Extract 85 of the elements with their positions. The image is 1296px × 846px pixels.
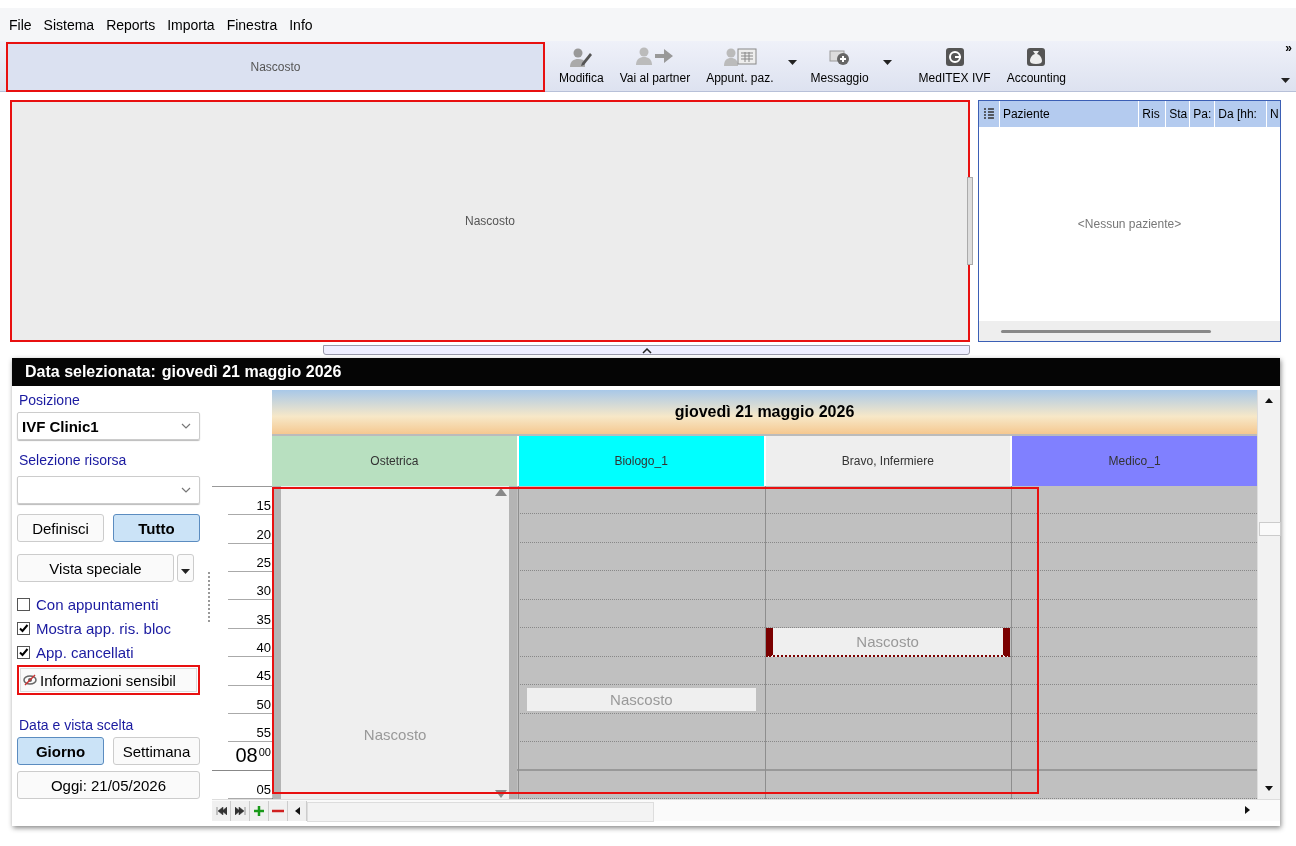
filter-button[interactable]: Tutto xyxy=(113,514,200,542)
column-header[interactable]: Da [hh: xyxy=(1214,101,1266,127)
checkbox[interactable] xyxy=(17,597,30,611)
scroll-left-icon[interactable] xyxy=(294,806,300,815)
toolbar-button[interactable]: Appunt. paz. xyxy=(698,47,782,91)
menu-item[interactable]: Reports xyxy=(100,14,162,35)
sensitive-info-button[interactable]: Informazioni sensibil xyxy=(20,668,197,692)
column-header[interactable]: Paziente xyxy=(998,101,1139,127)
special-view-button[interactable]: Vista speciale xyxy=(17,554,174,582)
time-minute: 15 xyxy=(256,497,271,514)
empty-list-text: <Nessun paziente> xyxy=(1077,217,1182,231)
caret-icon xyxy=(181,568,190,574)
field-label: Data e vista scelta xyxy=(19,717,135,733)
hidden-panel: Nascosto xyxy=(10,100,970,342)
toolbar-button[interactable]: Modifica xyxy=(551,47,612,91)
splitter-handle[interactable] xyxy=(967,177,973,265)
toolbar-button[interactable]: Messaggio xyxy=(802,47,877,91)
field-label: Selezione risorsa xyxy=(19,452,128,468)
resource-header[interactable]: Medico_1 xyxy=(1012,436,1257,486)
first-page-icon[interactable] xyxy=(215,806,227,815)
person-pencil-icon xyxy=(569,47,594,67)
time-minute: 55 xyxy=(256,724,271,741)
column-header[interactable]: Ris xyxy=(1138,101,1166,127)
resource-header[interactable]: Bravo, Infermiere xyxy=(765,436,1011,486)
time-minute: 30 xyxy=(256,582,271,599)
time-minute: 00 xyxy=(258,745,271,759)
column-header[interactable]: Sta xyxy=(1165,101,1190,127)
column-chooser-icon[interactable] xyxy=(982,108,996,120)
message-add-icon xyxy=(828,47,851,67)
menu-item[interactable]: File xyxy=(3,14,38,35)
view-button[interactable]: Settimana xyxy=(113,737,200,765)
toolbar-button[interactable]: MedITEX IVF xyxy=(910,47,999,91)
resource-header[interactable]: Ostetrica xyxy=(272,436,517,486)
chevron-down-icon xyxy=(181,487,191,493)
time-minute: 45 xyxy=(256,667,271,684)
selected-date-label: Data selezionata: xyxy=(25,363,156,381)
caret-icon xyxy=(1281,78,1290,83)
dropdown-caret-icon xyxy=(787,59,797,65)
checkbox-label: Con appuntamenti xyxy=(36,595,159,613)
dropdown-caret-icon xyxy=(882,59,892,65)
hidden-panel: Nascosto xyxy=(6,42,545,92)
today-button[interactable]: Oggi: 21/05/2026 xyxy=(17,771,200,799)
location-dropdown[interactable]: IVF Clinic1 xyxy=(17,412,200,440)
collapse-caret-icon[interactable] xyxy=(641,348,652,354)
field-label: Posizione xyxy=(19,392,81,408)
selected-date: giovedì 21 maggio 2026 xyxy=(161,363,342,381)
toolbar-button[interactable]: Accounting xyxy=(998,47,1074,91)
checkbox-label: App. cancellati xyxy=(36,643,134,661)
money-bag-icon xyxy=(1026,47,1047,67)
time-minute: 40 xyxy=(256,639,271,655)
scrollbar-thumb[interactable] xyxy=(307,801,654,822)
last-page-icon[interactable] xyxy=(234,806,246,815)
checkbox[interactable] xyxy=(17,645,30,659)
eye-slash-icon xyxy=(23,674,37,686)
scrollbar-thumb[interactable] xyxy=(1001,329,1211,333)
column-header[interactable]: N xyxy=(1266,101,1280,127)
toolbar-button[interactable]: Vai al partner xyxy=(611,47,699,91)
day-header: giovedì 21 maggio 2026 xyxy=(272,390,1257,436)
time-minute: 50 xyxy=(256,695,271,712)
dropdown-button[interactable] xyxy=(177,554,194,582)
more-tools-glyph[interactable]: » xyxy=(1285,41,1292,55)
time-hour: 08 xyxy=(235,744,258,768)
view-button[interactable]: Giorno xyxy=(17,737,104,765)
time-minute: 35 xyxy=(256,610,271,627)
app-logo-icon xyxy=(944,47,965,67)
scrollbar-thumb[interactable] xyxy=(1259,522,1281,536)
column-header[interactable]: Pa: xyxy=(1189,101,1215,127)
menu-item[interactable]: Importa xyxy=(161,14,221,35)
menu-item[interactable]: Finestra xyxy=(220,14,284,35)
checkbox[interactable] xyxy=(17,621,30,635)
filter-button[interactable]: Definisci xyxy=(17,514,104,542)
time-minute: 25 xyxy=(256,553,271,570)
resource-header[interactable]: Biologo_1 xyxy=(518,436,764,486)
person-arrow-icon xyxy=(634,47,675,67)
person-calendar-icon xyxy=(722,47,757,67)
time-minute: 05 xyxy=(256,780,271,797)
add-icon[interactable] xyxy=(254,805,264,816)
scroll-right-icon[interactable] xyxy=(1245,805,1250,814)
menu-item[interactable]: Sistema xyxy=(37,14,101,35)
checkbox-label: Mostra app. ris. bloc xyxy=(36,619,172,637)
vertical-scrollbar[interactable] xyxy=(1257,390,1280,799)
menu-item[interactable]: Info xyxy=(283,14,319,35)
chevron-down-icon xyxy=(181,423,191,429)
time-minute: 20 xyxy=(256,525,271,542)
remove-icon[interactable] xyxy=(272,808,284,813)
